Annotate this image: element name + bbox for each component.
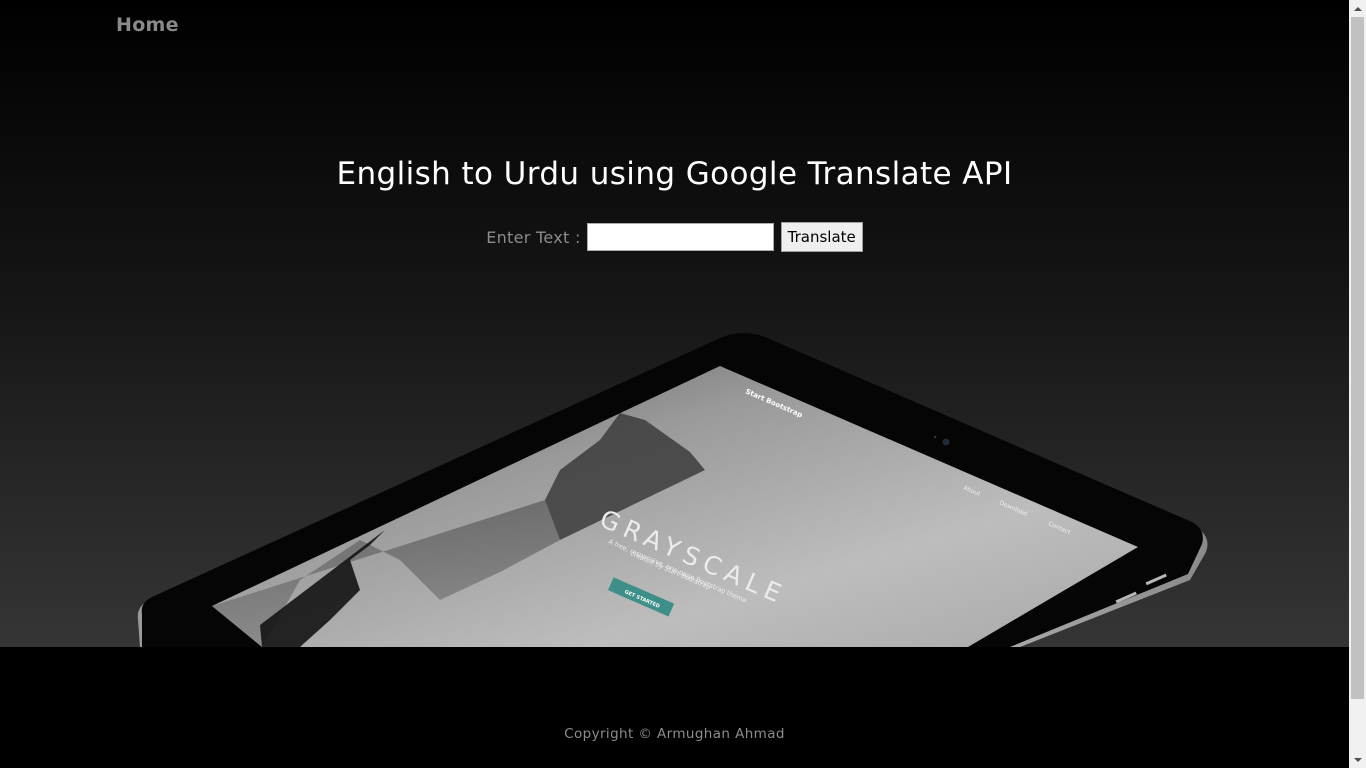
tablet-mockup-image: Start Bootstrap About Download Contact G… <box>0 0 1349 647</box>
translate-form: Enter Text : Translate <box>0 222 1349 252</box>
footer <box>0 647 1349 768</box>
tablet-illustration: Start Bootstrap About Download Contact G… <box>137 332 1208 647</box>
tablet-sensor-icon <box>933 435 937 439</box>
page: Start Bootstrap About Download Contact G… <box>0 0 1349 768</box>
page-title: English to Urdu using Google Translate A… <box>336 156 1013 192</box>
enter-text-label: Enter Text : <box>486 227 581 247</box>
text-input[interactable] <box>586 223 774 251</box>
navbar: Home <box>116 14 179 36</box>
hero-section: Start Bootstrap About Download Contact G… <box>0 0 1349 647</box>
vertical-scrollbar[interactable] <box>1349 0 1366 768</box>
scroll-down-arrow-icon[interactable] <box>1349 751 1366 768</box>
translate-button[interactable]: Translate <box>780 222 863 252</box>
nav-home-link[interactable]: Home <box>116 14 179 36</box>
scroll-up-arrow-icon[interactable] <box>1349 0 1366 17</box>
scrollbar-thumb[interactable] <box>1351 17 1364 699</box>
copyright-text: Copyright © Armughan Ahmad <box>564 726 785 742</box>
tablet-camera-icon <box>942 438 950 446</box>
